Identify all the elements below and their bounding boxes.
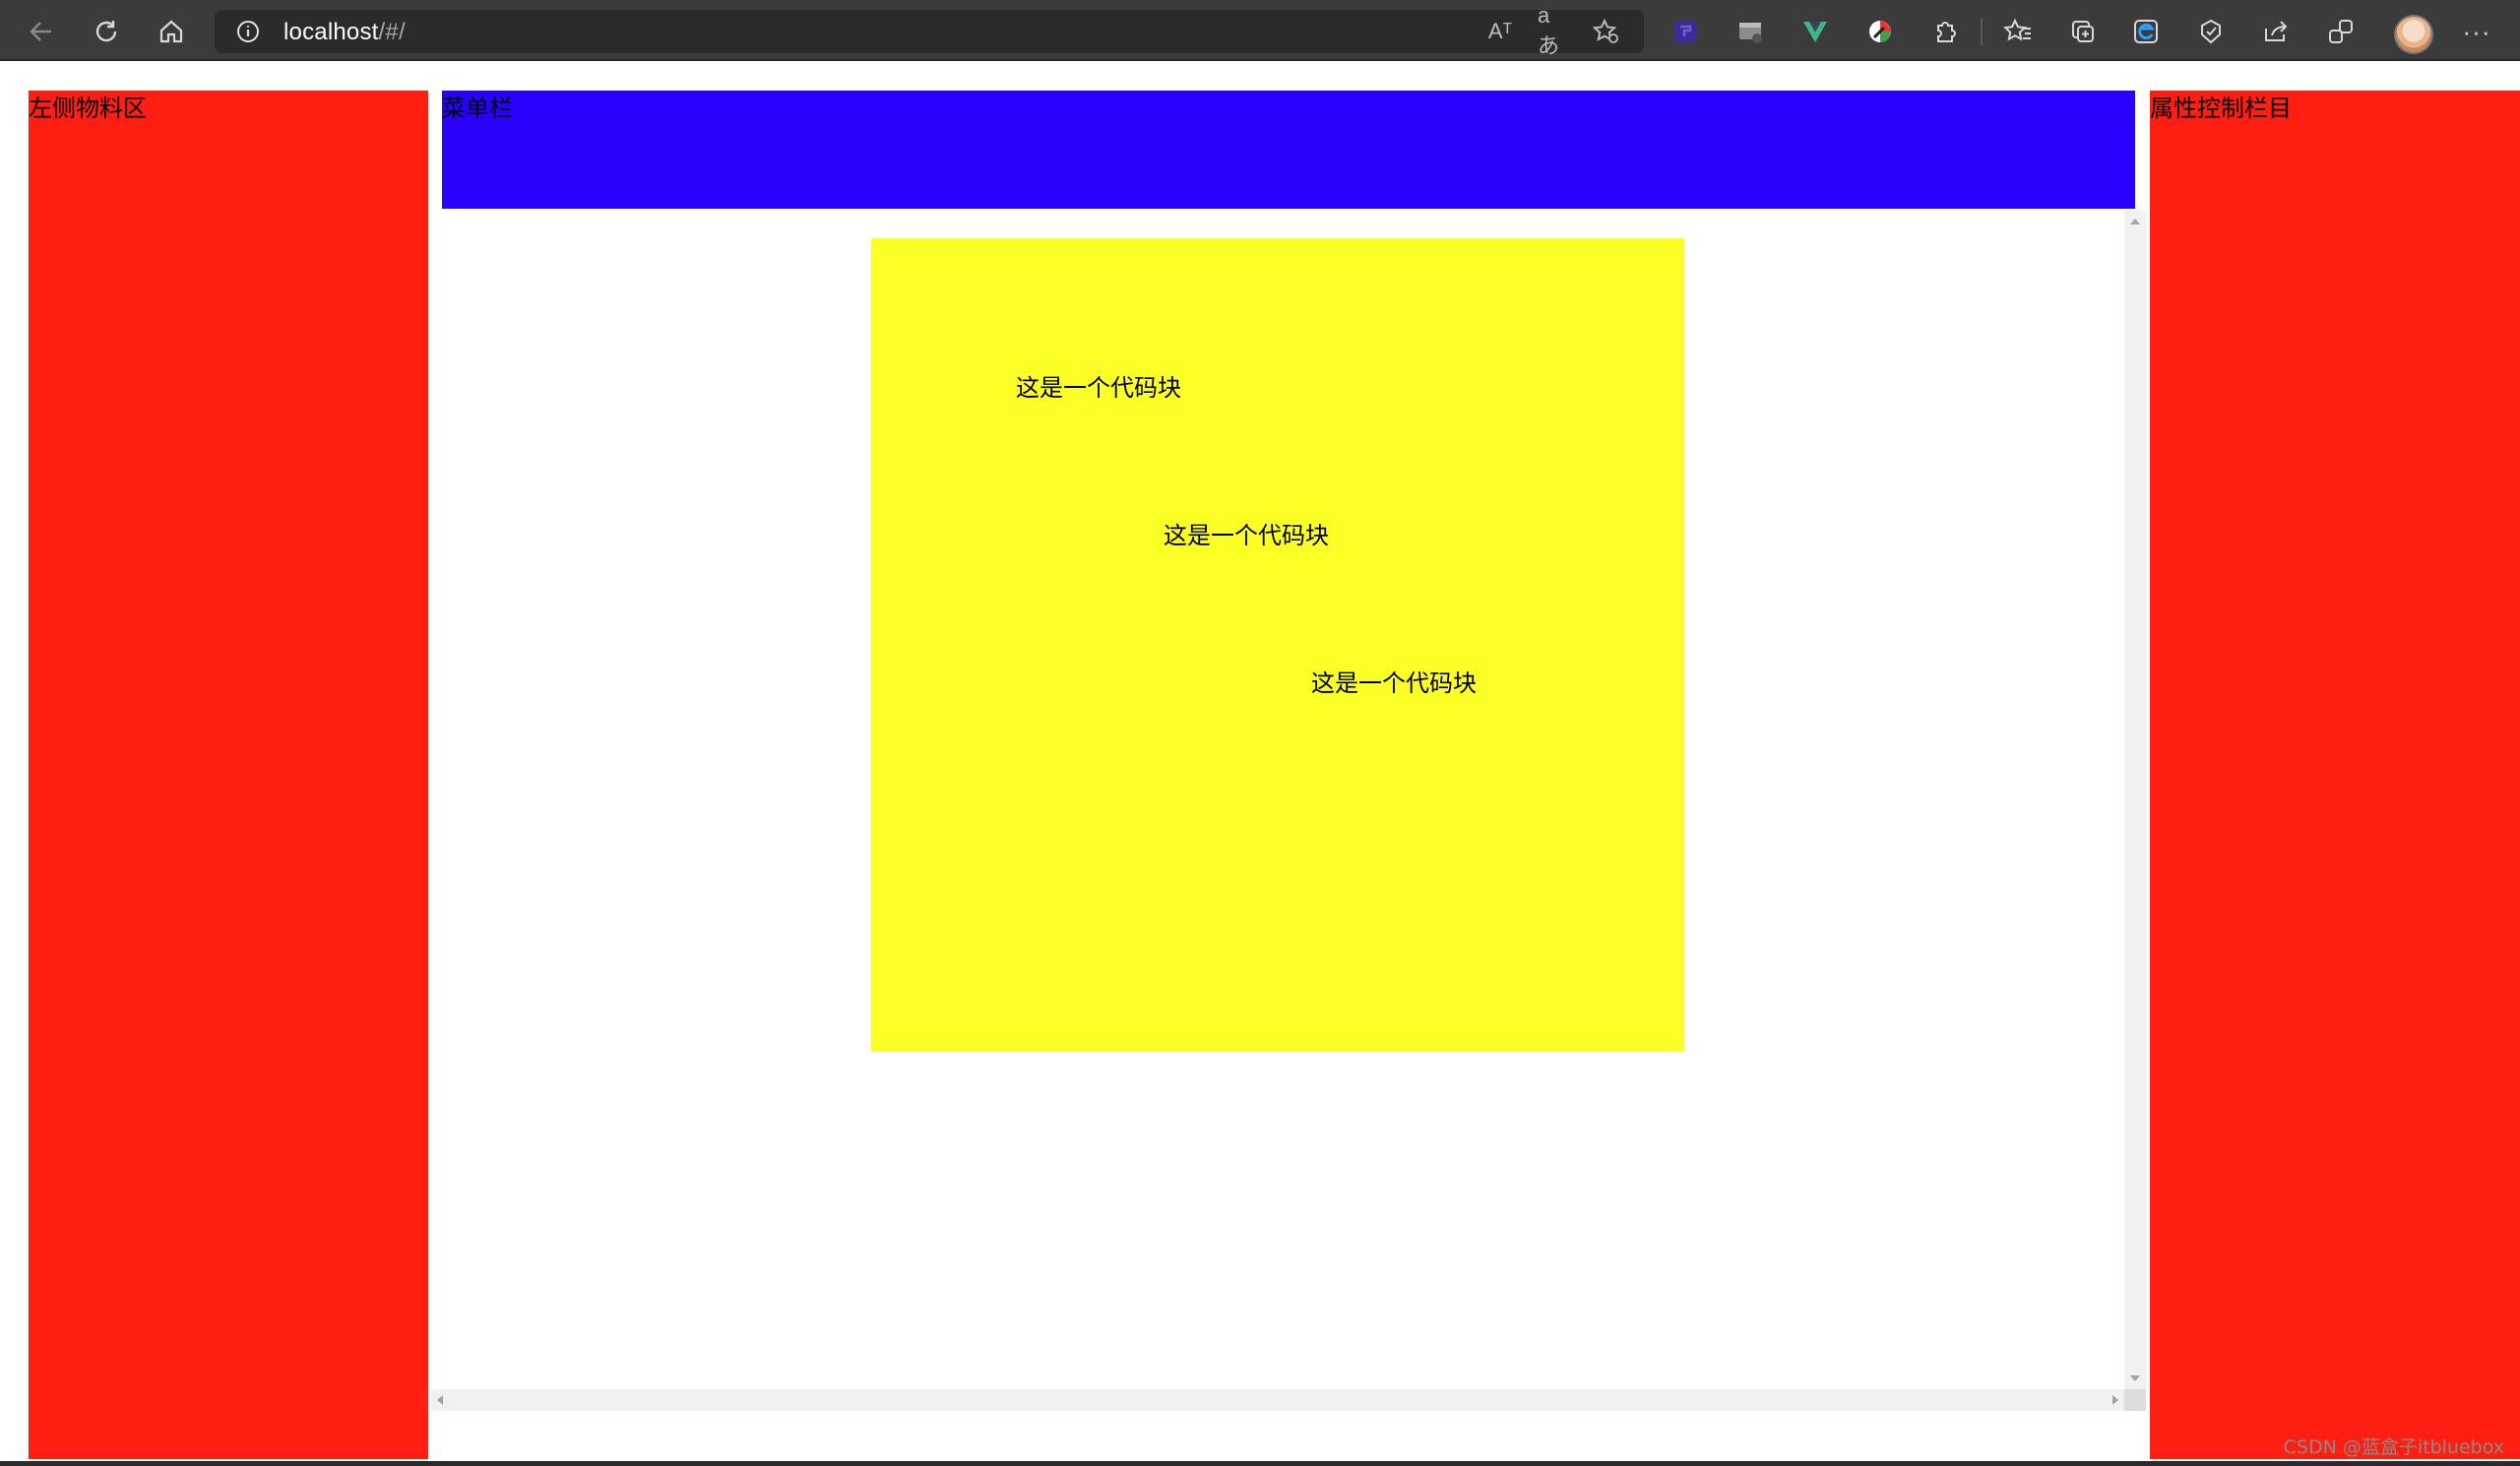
- profile-avatar[interactable]: [2394, 15, 2433, 54]
- scroll-up-arrow-icon[interactable]: [2130, 219, 2140, 224]
- favorites-icon[interactable]: [1996, 10, 2040, 53]
- scroll-left-arrow-icon[interactable]: [437, 1395, 443, 1405]
- color-picker-extension-icon[interactable]: [1858, 10, 1902, 53]
- home-icon[interactable]: [150, 10, 193, 53]
- edge-browser-icon[interactable]: [2124, 10, 2168, 53]
- toolbar-divider: [1981, 18, 1983, 45]
- refresh-icon[interactable]: [85, 10, 128, 53]
- toolbar-border: [0, 59, 2520, 61]
- scrollbar-corner: [2124, 1389, 2146, 1411]
- horizontal-scrollbar[interactable]: [431, 1389, 2124, 1411]
- taskbar-edge: [0, 1461, 2520, 1466]
- read-aloud-icon[interactable]: Aᵀ: [1484, 16, 1516, 47]
- url-host: localhost: [284, 19, 379, 45]
- performance-icon[interactable]: [2189, 10, 2233, 53]
- browser-toolbar: localhost/#/ Aᵀ aあ ···: [0, 0, 2520, 61]
- canvas-scroll-area[interactable]: 这是一个代码块 这是一个代码块 这是一个代码块: [431, 211, 2147, 1413]
- split-screen-icon[interactable]: [2061, 10, 2105, 53]
- right-panel-label: 属性控制栏目: [2150, 95, 2292, 122]
- scroll-right-arrow-icon[interactable]: [2112, 1395, 2118, 1405]
- address-bar[interactable]: localhost/#/ Aᵀ aあ: [215, 3, 1644, 58]
- left-panel-label: 左侧物料区: [29, 95, 147, 122]
- url-path: /#/: [378, 19, 406, 45]
- code-block[interactable]: 这是一个代码块: [1016, 372, 1181, 404]
- menu-bar-label: 菜单栏: [442, 95, 513, 122]
- translate-icon[interactable]: aあ: [1538, 3, 1569, 58]
- back-icon[interactable]: [20, 10, 63, 53]
- scroll-down-arrow-icon[interactable]: [2130, 1375, 2140, 1381]
- more-icon[interactable]: ···: [2455, 10, 2498, 53]
- watermark: CSDN @蓝盒子itbluebox: [2283, 1436, 2504, 1458]
- favorite-add-icon[interactable]: [1591, 16, 1622, 47]
- url-text[interactable]: localhost/#/: [284, 19, 406, 46]
- vertical-scrollbar[interactable]: [2124, 211, 2146, 1389]
- vue-devtools-icon[interactable]: [1794, 10, 1837, 53]
- editor-canvas[interactable]: 这是一个代码块 这是一个代码块 这是一个代码块: [871, 238, 1684, 1052]
- extensions-puzzle-icon[interactable]: [1923, 10, 1967, 53]
- code-block[interactable]: 这是一个代码块: [1164, 520, 1329, 551]
- info-icon[interactable]: [234, 18, 262, 45]
- right-property-panel: 属性控制栏目: [2150, 91, 2520, 1459]
- copilot-tools-icon[interactable]: [2319, 10, 2362, 53]
- menu-bar: 菜单栏: [442, 91, 2135, 209]
- left-material-panel: 左侧物料区: [29, 91, 428, 1459]
- extension-terminal-icon[interactable]: [1664, 10, 1707, 53]
- extension-window-icon[interactable]: [1729, 10, 1772, 53]
- code-block[interactable]: 这是一个代码块: [1311, 668, 1477, 699]
- share-icon[interactable]: [2254, 10, 2298, 53]
